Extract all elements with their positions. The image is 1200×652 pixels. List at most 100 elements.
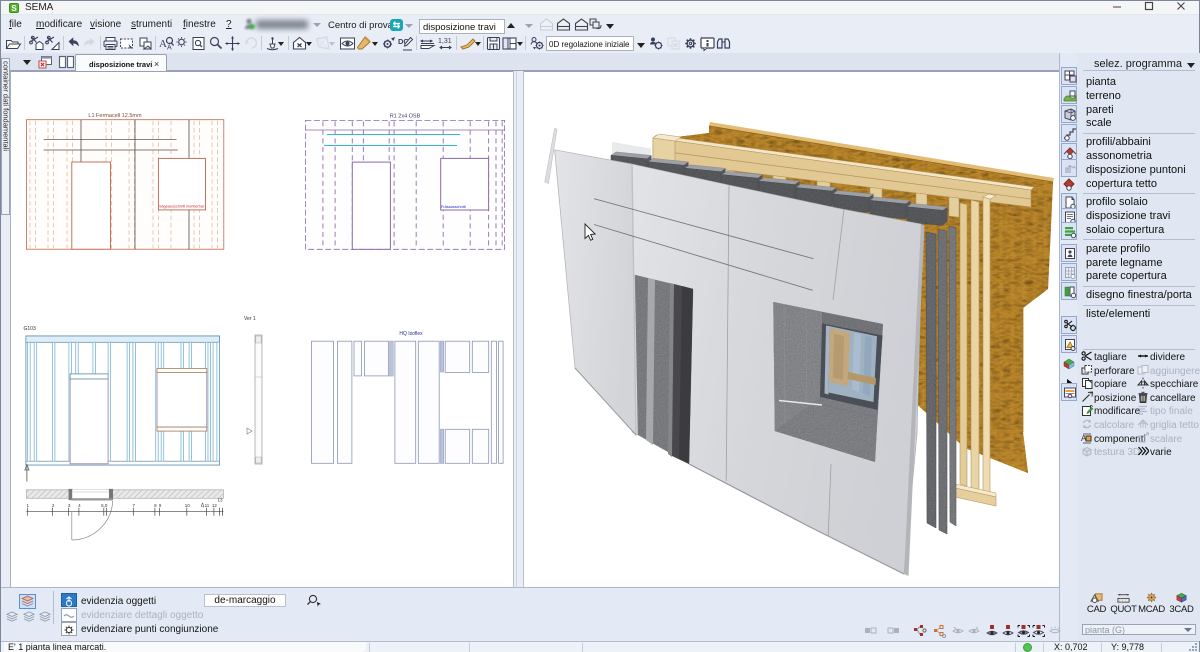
dropdown-caret-icon[interactable] bbox=[517, 42, 523, 46]
pages-icon[interactable] bbox=[137, 35, 154, 52]
chisel-icon[interactable] bbox=[355, 35, 372, 52]
storey-up-icon[interactable] bbox=[539, 18, 554, 31]
zoom-page-icon[interactable] bbox=[190, 35, 207, 52]
plan-icon[interactable] bbox=[1061, 67, 1077, 85]
squares-a-icon[interactable] bbox=[864, 624, 878, 638]
program-item-pianta[interactable]: pianta bbox=[1086, 76, 1116, 88]
program-select-caret-icon[interactable] bbox=[1187, 63, 1195, 68]
marker-icon[interactable] bbox=[459, 35, 476, 52]
orange-nodes-icon[interactable] bbox=[933, 624, 947, 638]
eye-sel-icon[interactable] bbox=[1017, 624, 1031, 638]
gear-person-icon[interactable] bbox=[529, 35, 546, 52]
gear-icon[interactable] bbox=[682, 35, 699, 52]
user-name-redacted[interactable] bbox=[256, 20, 308, 29]
tool-dividere[interactable]: dividere bbox=[1137, 350, 1185, 363]
program-item-profilo-solaio[interactable]: profilo solaio bbox=[1086, 196, 1148, 208]
menu-modificare[interactable]: modificare bbox=[36, 19, 82, 30]
cad-button-cad[interactable]: CAD bbox=[1083, 591, 1110, 615]
menu-finestre[interactable]: finestre bbox=[183, 19, 216, 30]
program-item-solaio-copertura[interactable]: solaio copertura bbox=[1086, 224, 1164, 236]
red-nodes-icon[interactable] bbox=[913, 624, 927, 638]
num131-icon[interactable]: 1,31 bbox=[437, 35, 454, 52]
layer-stack-icon-3[interactable] bbox=[38, 610, 52, 622]
dropdown-caret-icon[interactable] bbox=[278, 42, 284, 46]
tab-disposizione-travi[interactable]: disposizione travi × bbox=[75, 54, 167, 71]
tool-perforare[interactable]: perforare bbox=[1081, 364, 1135, 377]
program-item-pareti[interactable]: pareti bbox=[1086, 104, 1114, 116]
gear-person2-icon[interactable] bbox=[648, 35, 665, 52]
eye-sel2-icon[interactable] bbox=[1032, 624, 1046, 638]
program-item-parete-profilo[interactable]: parete profilo bbox=[1086, 243, 1150, 255]
storey-down-icon[interactable] bbox=[574, 18, 589, 31]
variants-caret-icon[interactable] bbox=[606, 24, 614, 29]
open-folder-icon[interactable] bbox=[5, 35, 22, 52]
tool-specchiare[interactable]: specchiare bbox=[1137, 377, 1198, 390]
layer-select-caret-icon[interactable] bbox=[1184, 628, 1192, 632]
program-item-disegno-finestra-porta[interactable]: disegno finestra/porta bbox=[1086, 289, 1192, 301]
disk-grid-icon[interactable] bbox=[485, 35, 502, 52]
highlight-details-button[interactable] bbox=[61, 608, 77, 622]
dropdown-caret-icon[interactable] bbox=[329, 42, 335, 46]
cad-button-3cad[interactable]: 3CAD bbox=[1168, 591, 1195, 615]
program-down-icon[interactable] bbox=[525, 24, 533, 28]
layer-stack-icon-2[interactable] bbox=[22, 610, 36, 622]
cut-shape-icon[interactable] bbox=[44, 35, 61, 52]
menu-strumenti[interactable]: strumenti bbox=[131, 19, 172, 30]
tab-close-icon[interactable]: × bbox=[154, 59, 159, 69]
adjustment-combobox[interactable]: 0D regolazione iniziale bbox=[546, 36, 634, 51]
panel-orange-icon[interactable] bbox=[1061, 383, 1077, 401]
eye-box-icon[interactable] bbox=[339, 35, 356, 52]
print-icon[interactable] bbox=[102, 35, 119, 52]
stairs-icon[interactable] bbox=[1061, 124, 1077, 142]
highlight-joints-button[interactable] bbox=[61, 622, 77, 636]
program-item-terreno[interactable]: terreno bbox=[1086, 90, 1121, 102]
zoom-icon[interactable] bbox=[207, 35, 224, 52]
drawing-canvas-2d[interactable]: L1 Fermacell 12.5mmSägeausschnitt montie… bbox=[10, 71, 513, 587]
program-item-assonometria[interactable]: assonometria bbox=[1086, 150, 1152, 162]
remote-session-icon[interactable]: ⇆ bbox=[390, 19, 403, 31]
program-item-liste-elementi[interactable]: liste/elementi bbox=[1086, 308, 1150, 320]
resize-grip-icon[interactable] bbox=[1189, 643, 1198, 652]
tool-modificare[interactable]: modificare bbox=[1081, 404, 1140, 417]
menu-visione[interactable]: visione bbox=[90, 19, 121, 30]
variants-icon[interactable] bbox=[589, 18, 603, 31]
green-bars2-icon[interactable] bbox=[1061, 282, 1077, 300]
close-window-icon[interactable] bbox=[38, 55, 53, 69]
tab-list-caret-icon[interactable] bbox=[23, 60, 31, 65]
yellow-tool-icon[interactable] bbox=[1061, 335, 1077, 353]
tool-cancellare[interactable]: cancellare bbox=[1137, 391, 1196, 404]
tool-copiare[interactable]: copiare bbox=[1081, 377, 1127, 390]
demark-button[interactable]: de-marcaggio bbox=[204, 594, 286, 607]
dropdown-caret-icon[interactable] bbox=[372, 42, 378, 46]
canvas-splitter[interactable] bbox=[513, 71, 524, 587]
adjustment-caret-icon[interactable] bbox=[637, 43, 645, 48]
project-caret-icon[interactable] bbox=[405, 24, 413, 28]
program-item-disposizione-travi[interactable]: disposizione travi bbox=[1086, 210, 1170, 222]
terrain-icon[interactable] bbox=[1061, 86, 1077, 104]
binocular-icon[interactable] bbox=[715, 35, 732, 52]
split-view-icon[interactable] bbox=[58, 55, 75, 69]
cut-house-icon[interactable] bbox=[28, 35, 45, 52]
rotate-icon[interactable] bbox=[243, 35, 260, 52]
tool-varie[interactable]: varie bbox=[1137, 445, 1172, 458]
grid-gray-icon[interactable] bbox=[1061, 263, 1077, 281]
wall-icon[interactable] bbox=[1061, 105, 1077, 123]
program-item-copertura-tetto[interactable]: copertura tetto bbox=[1086, 178, 1157, 190]
dropdown-caret-icon[interactable] bbox=[306, 42, 312, 46]
house-3d-icon[interactable] bbox=[1061, 355, 1077, 373]
eye-b-icon[interactable] bbox=[967, 624, 981, 638]
eye-a-icon[interactable] bbox=[951, 624, 965, 638]
zoom-marked-icon[interactable] bbox=[305, 594, 323, 607]
program-up-icon[interactable] bbox=[507, 23, 515, 28]
program-item-disposizione-puntoni[interactable]: disposizione puntoni bbox=[1086, 164, 1186, 176]
layers2-icon[interactable] bbox=[419, 35, 436, 52]
program-combobox[interactable]: disposizione travi bbox=[419, 19, 505, 34]
user-caret-icon[interactable] bbox=[313, 23, 321, 27]
viewport-3d[interactable] bbox=[524, 71, 1059, 587]
dropdown-caret-icon[interactable] bbox=[475, 42, 481, 46]
maximize-button[interactable] bbox=[1135, 1, 1163, 14]
copy-gray-icon[interactable] bbox=[665, 35, 682, 52]
lamp-icon[interactable] bbox=[173, 35, 190, 52]
pencil-dg-icon[interactable]: DG bbox=[397, 35, 414, 52]
squares-b-icon[interactable] bbox=[887, 624, 901, 638]
